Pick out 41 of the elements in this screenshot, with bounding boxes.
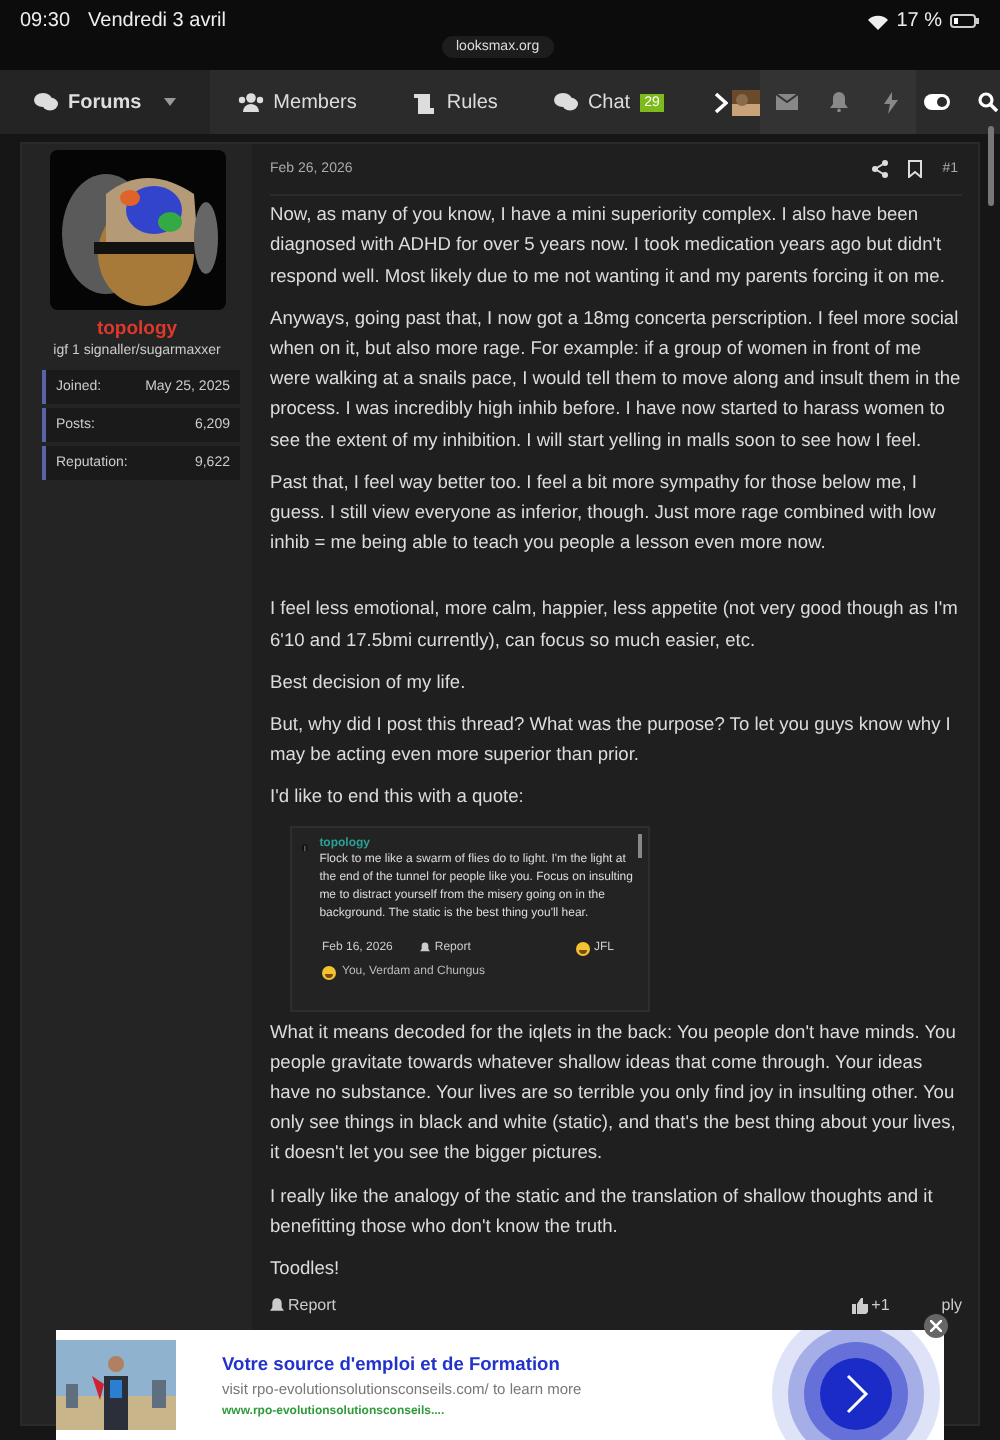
wifi-icon [868, 13, 889, 29]
ad-title[interactable]: Votre source d'emploi et de Formation [222, 1353, 772, 1373]
envelope-icon[interactable] [775, 94, 798, 110]
bolt-icon[interactable] [883, 91, 898, 113]
post-paragraph: Past that, I feel way better too. I feel a bit more sympathy for those below me, I guess. I still view everyone as inferior, though. Just more rage combined with low inhib = me being able to teach you people a lesson even more now. [270, 469, 938, 557]
emoji-icon [322, 966, 336, 981]
bell-icon[interactable] [829, 92, 848, 112]
people-icon [237, 92, 264, 112]
report-link[interactable]: Report [270, 1296, 337, 1317]
battery-icon [950, 14, 980, 28]
bookmark-icon[interactable] [908, 160, 923, 179]
bell-icon [270, 1298, 284, 1315]
scroll-icon [412, 91, 437, 113]
thumbs-up-icon [851, 1298, 868, 1315]
post-paragraph: Anyways, going past that, I now got a 18mg concerta perscription. I feel more social when on it, but also more rage. For example: if a group of women in front of me were walking at a snails pace, I would tell them to move along and insult them in the process. I was incredibly high inhib before. I have now started to harass women to see the extent of my inhibition. I will start yelling in malls soon to see how I feel. [270, 305, 962, 454]
chevron-right-icon[interactable] [713, 91, 728, 113]
chat-icon [553, 92, 578, 112]
reply-link[interactable]: ply [941, 1296, 962, 1317]
post-paragraph: But, why did I post this thread? What was the purpose? To let you guys know why I may be acting even more superior than prior. [270, 712, 953, 769]
post-paragraph: Now, as many of you know, I have a mini superiority complex. I also have been diagnosed with ADHD for over 5 years now. I took medication years ago but didn't respond well. Most likely due to me not wanting it and my parents forcing it on me. [270, 202, 947, 290]
nav-tab[interactable]: Forums [0, 70, 210, 134]
post-paragraph: What it means decoded for the iqlets in the back: You people don't have minds. You people gravitate towards whatever shallow ideas that come through. Your ideas have no substance. Your lives are so terrible you only find joy in insulting other. You only see things in black and white (static), and that's the best thing about your lives, it doesn't let you see the bigger pictures. [270, 1019, 958, 1167]
username[interactable]: topology [96, 318, 178, 340]
close-icon [930, 1320, 942, 1332]
chat-icon [34, 92, 58, 112]
post-paragraph: I feel less emotional, more calm, happier, less appetite (not very good though as I'm 6'10 and 17.5bmi currently), can focus so much easier, etc. [270, 596, 960, 654]
bell-icon [420, 942, 431, 955]
toggle-icon[interactable] [924, 94, 951, 110]
like-button[interactable]: +1 [851, 1296, 890, 1317]
post-paragraph: I really like the analogy of the static and the translation of shallow thoughts and it benefitting those who don't know the truth. [270, 1183, 935, 1240]
clock-time: 09:30 [20, 10, 71, 32]
share-icon[interactable] [872, 160, 889, 179]
post-paragraph: Best decision of my life. [270, 669, 466, 696]
status-date: Vendredi 3 avril [88, 10, 226, 32]
post-paragraph: I'd like to end this with a quote: [270, 784, 524, 811]
emoji-icon [575, 941, 590, 956]
battery-percent: 17 % [896, 10, 942, 32]
nav-tab[interactable]: Rules [384, 70, 526, 134]
search-icon[interactable] [977, 92, 998, 112]
post-paragraph: Toodles! [270, 1256, 340, 1283]
nav-tab[interactable]: Members [209, 70, 385, 134]
